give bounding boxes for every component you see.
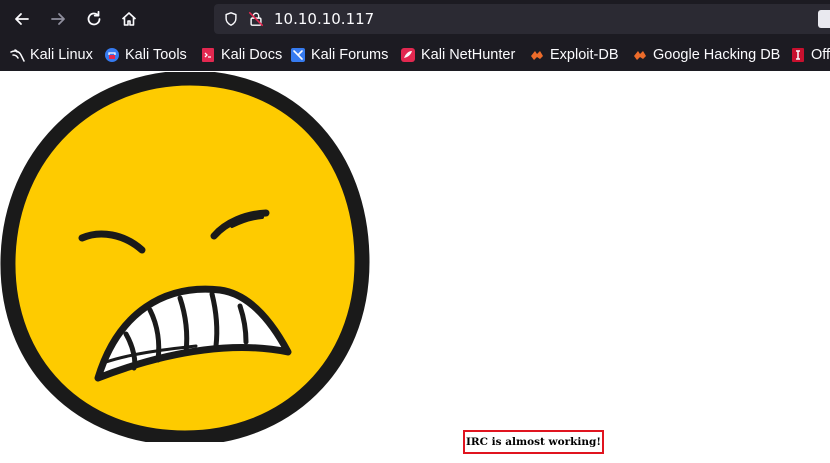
bookmark-offsec[interactable]: Off — [790, 40, 830, 70]
offsec-icon — [792, 48, 804, 62]
bookmark-kali-tools[interactable]: Kali Tools — [104, 40, 187, 70]
bookmark-kali-docs[interactable]: Kali Docs — [200, 40, 282, 70]
bookmark-label: Google Hacking DB — [653, 47, 781, 63]
address-bar[interactable]: 10.10.10.117 — [214, 4, 830, 34]
bookmark-exploit-db[interactable]: Exploit-DB — [529, 40, 619, 70]
bookmark-kali-nethunter[interactable]: Kali NetHunter — [400, 40, 515, 70]
kali-dragon-icon — [10, 49, 25, 62]
bookmark-label: Kali Docs — [221, 47, 283, 63]
page-caption: IRC is almost working! — [463, 430, 604, 454]
bookmark-label: Kali NetHunter — [421, 47, 516, 63]
forward-button[interactable] — [44, 5, 72, 33]
nethunter-icon — [401, 48, 415, 62]
bookmarks-toolbar: Kali Linux Kali Tools Kali Docs Kali For… — [0, 40, 830, 70]
bookmark-label: Exploit-DB — [550, 47, 619, 63]
bookmark-label: Kali Linux — [30, 47, 93, 63]
bookmark-kali-forums[interactable]: Kali Forums — [290, 40, 388, 70]
kali-docs-icon — [202, 48, 214, 62]
arrow-right-icon — [51, 13, 65, 25]
insecure-lock-icon[interactable] — [247, 10, 265, 28]
arrow-left-icon — [15, 13, 29, 25]
bookmark-label: Off — [811, 47, 830, 63]
bookmark-google-hacking-db[interactable]: Google Hacking DB — [632, 40, 780, 70]
kali-forums-icon — [291, 48, 305, 62]
url-text[interactable]: 10.10.10.117 — [274, 4, 374, 34]
kali-tools-icon — [105, 48, 119, 62]
exploit-db-icon — [531, 51, 543, 60]
ghdb-icon — [634, 51, 646, 60]
bookmark-label: Kali Tools — [125, 47, 187, 63]
browser-chrome: 10.10.10.117 Kali Linux Kali Tools Kali … — [0, 0, 830, 71]
bookmark-kali-linux[interactable]: Kali Linux — [9, 40, 93, 70]
back-button[interactable] — [8, 5, 36, 33]
bookmark-label: Kali Forums — [311, 47, 389, 63]
page-action-badge[interactable] — [818, 10, 830, 28]
angry-emoji-image — [0, 72, 370, 442]
home-button[interactable] — [115, 5, 143, 33]
home-icon — [121, 12, 137, 26]
reload-icon — [87, 10, 101, 26]
navigation-toolbar: 10.10.10.117 — [0, 0, 830, 38]
shield-icon[interactable] — [222, 10, 240, 28]
reload-button[interactable] — [80, 5, 108, 33]
